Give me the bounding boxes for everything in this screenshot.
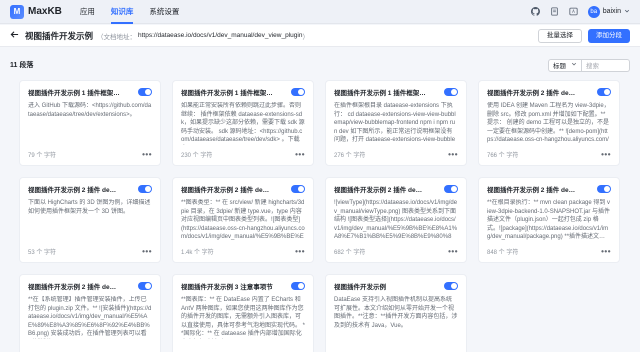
- card-content: 下面以 HighCharts 的 3D 饼图为例，详细描述如何使用插件框架开发一…: [28, 200, 151, 215]
- card-content: **图表类型：** 在 src/view/ 新建 highcharts/3dpi…: [181, 200, 305, 241]
- card-title: 视图插件开发示例 2 插件 de…: [334, 187, 423, 194]
- paragraph-card[interactable]: 视图插件开发示例 2 插件 de… **在根目录执行：** mvn clean …: [478, 177, 620, 263]
- add-paragraph-button[interactable]: 添加分段: [588, 28, 630, 43]
- search-field-select[interactable]: 标题: [548, 58, 582, 72]
- card-title: 视图插件开发示例 1 插件框架…: [28, 90, 120, 97]
- nav-item-apps[interactable]: 应用: [80, 0, 95, 24]
- search-filter: 标题 搜索: [548, 58, 630, 72]
- enable-toggle[interactable]: [291, 88, 305, 96]
- user-menu[interactable]: ba baixin: [587, 5, 630, 18]
- paragraph-card[interactable]: 视图插件开发示例 3 注意事项节 **图表库：** 在 DataEase 内置了…: [172, 274, 314, 352]
- nav-item-settings[interactable]: 系统设置: [149, 0, 179, 24]
- search-placeholder: 搜索: [586, 63, 599, 70]
- more-icon[interactable]: •••: [295, 247, 305, 256]
- enable-toggle[interactable]: [291, 185, 305, 193]
- card-title: 视图插件开发示例 3 注意事项节: [181, 284, 273, 291]
- more-icon[interactable]: •••: [295, 150, 305, 159]
- char-count: 766 个 字符: [487, 153, 519, 159]
- logo-text: MaxKB: [28, 6, 62, 17]
- paragraph-count: 11 段落: [10, 62, 34, 69]
- card-title: 视图插件开发示例: [334, 284, 386, 291]
- user-name: baixin: [602, 8, 621, 15]
- card-title: 视图插件开发示例 2 插件 de…: [28, 284, 117, 291]
- svg-text:A: A: [572, 9, 575, 14]
- enable-toggle[interactable]: [138, 88, 152, 96]
- chevron-down-icon: [624, 8, 630, 16]
- language-icon[interactable]: A: [569, 7, 579, 17]
- card-content: **在根目录执行：** mvn clean package 得到 view-3d…: [487, 200, 611, 241]
- avatar: ba: [587, 5, 600, 18]
- github-icon[interactable]: [531, 7, 541, 17]
- doc-url-label: （文档地址：: [97, 33, 137, 41]
- page-title: 视图插件开发示例: [25, 30, 94, 41]
- paragraph-card[interactable]: 视图插件开发示例 2 插件 de… 使用 IDEA 创建 Maven 工程名为 …: [478, 80, 620, 166]
- more-icon[interactable]: •••: [142, 150, 152, 159]
- card-content: ![viewType](https://dataease.io/docs/v1/…: [334, 200, 458, 241]
- paragraph-card[interactable]: 视图插件开发示例 1 插件框架… 在插件框架根目录 dataease-exten…: [325, 80, 467, 166]
- card-title: 视图插件开发示例 1 插件框架…: [181, 90, 273, 97]
- batch-select-button[interactable]: 批量选择: [538, 28, 582, 43]
- char-count: 682 个 字符: [334, 250, 366, 256]
- more-icon[interactable]: •••: [142, 247, 152, 256]
- card-title: 视图插件开发示例 2 插件 de…: [487, 90, 576, 97]
- paragraph-card[interactable]: 视图插件开发示例 1 插件框架… 进入 GitHub 下载源码：<https:/…: [19, 80, 161, 166]
- back-arrow-icon[interactable]: [10, 30, 19, 41]
- paragraph-grid: 视图插件开发示例 1 插件框架… 进入 GitHub 下载源码：<https:/…: [19, 80, 623, 352]
- doc-url-link[interactable]: https://dataease.io/docs/v1/dev_manual/d…: [138, 32, 302, 39]
- char-count: 848 个 字符: [487, 250, 519, 256]
- card-title: 视图插件开发示例 2 插件 de…: [181, 187, 270, 194]
- paragraph-card[interactable]: 视图插件开发示例 1 插件框架… 如果能正常安装所有依赖则跳过此步骤。否则继续：…: [172, 80, 314, 166]
- enable-toggle[interactable]: [597, 88, 611, 96]
- select-value: 标题: [553, 63, 566, 70]
- top-navbar: M MaxKB 应用 知识库 系统设置 A ba baixin: [0, 0, 640, 24]
- card-title: 视图插件开发示例 1 插件框架…: [334, 90, 426, 97]
- char-count: 53 个 字符: [28, 250, 57, 256]
- card-content: 如果能正常安装所有依赖则跳过此步骤。否则继续： 插件框架依赖 dataease-…: [181, 103, 305, 144]
- enable-toggle[interactable]: [138, 282, 152, 290]
- more-icon[interactable]: •••: [601, 247, 611, 256]
- more-icon[interactable]: •••: [448, 150, 458, 159]
- paragraph-toolbar: 11 段落 标题 搜索: [10, 55, 630, 75]
- card-title: 视图插件开发示例 2 插件 de…: [28, 187, 117, 194]
- char-count: 230 个 字符: [181, 153, 213, 159]
- logo-icon: M: [10, 4, 24, 19]
- paragraph-card[interactable]: 视图插件开发示例 2 插件 de… **在【系统管理】插件管理安装插件，上传已打…: [19, 274, 161, 352]
- card-content: **在【系统管理】插件管理安装插件，上传已打包的 plugin.zip 文件。*…: [28, 297, 152, 338]
- card-content: DataEase 支持引入视图插件机制以提高系统可扩展性。本文介绍如何从零开始开…: [334, 297, 458, 329]
- document-header: 视图插件开发示例 （文档地址： https://dataease.io/docs…: [0, 25, 640, 47]
- doc-url-close: ）: [302, 33, 309, 41]
- enable-toggle[interactable]: [138, 185, 152, 193]
- paragraph-card[interactable]: 视图插件开发示例 2 插件 de… **图表类型：** 在 src/view/ …: [172, 177, 314, 263]
- char-count: 79 个 字符: [28, 153, 57, 159]
- card-content: 使用 IDEA 创建 Maven 工程名为 view-3dpie，删除 src。…: [487, 103, 610, 144]
- card-title: 视图插件开发示例 2 插件 de…: [487, 187, 576, 194]
- paragraph-card[interactable]: 视图插件开发示例 2 插件 de… 下面以 HighCharts 的 3D 饼图…: [19, 177, 161, 263]
- nav-item-knowledge[interactable]: 知识库: [110, 0, 133, 24]
- enable-toggle[interactable]: [444, 282, 458, 290]
- enable-toggle[interactable]: [597, 185, 611, 193]
- search-input[interactable]: 搜索: [582, 58, 630, 72]
- more-icon[interactable]: •••: [448, 247, 458, 256]
- paragraph-card[interactable]: 视图插件开发示例 DataEase 支持引入视图插件机制以提高系统可扩展性。本文…: [325, 274, 467, 352]
- enable-toggle[interactable]: [444, 185, 458, 193]
- char-count: 1.4k 个 字符: [181, 250, 214, 256]
- card-content: 在插件框架根目录 dataease-extensions 下执行： cd dat…: [334, 103, 456, 144]
- more-icon[interactable]: •••: [601, 150, 611, 159]
- enable-toggle[interactable]: [291, 282, 305, 290]
- docs-icon[interactable]: [550, 7, 560, 17]
- paragraph-card[interactable]: 视图插件开发示例 2 插件 de… ![viewType](https://da…: [325, 177, 467, 263]
- char-count: 276 个 字符: [334, 153, 366, 159]
- card-content: **图表库：** 在 DataEase 内置了 ECharts 和 AntV 两…: [181, 297, 305, 338]
- card-content: 进入 GitHub 下载源码：<https://github.com/datae…: [28, 103, 152, 118]
- app-logo[interactable]: M MaxKB: [10, 4, 62, 19]
- top-right-tools: A ba baixin: [531, 5, 630, 18]
- enable-toggle[interactable]: [444, 88, 458, 96]
- chevron-down-icon: [571, 61, 577, 69]
